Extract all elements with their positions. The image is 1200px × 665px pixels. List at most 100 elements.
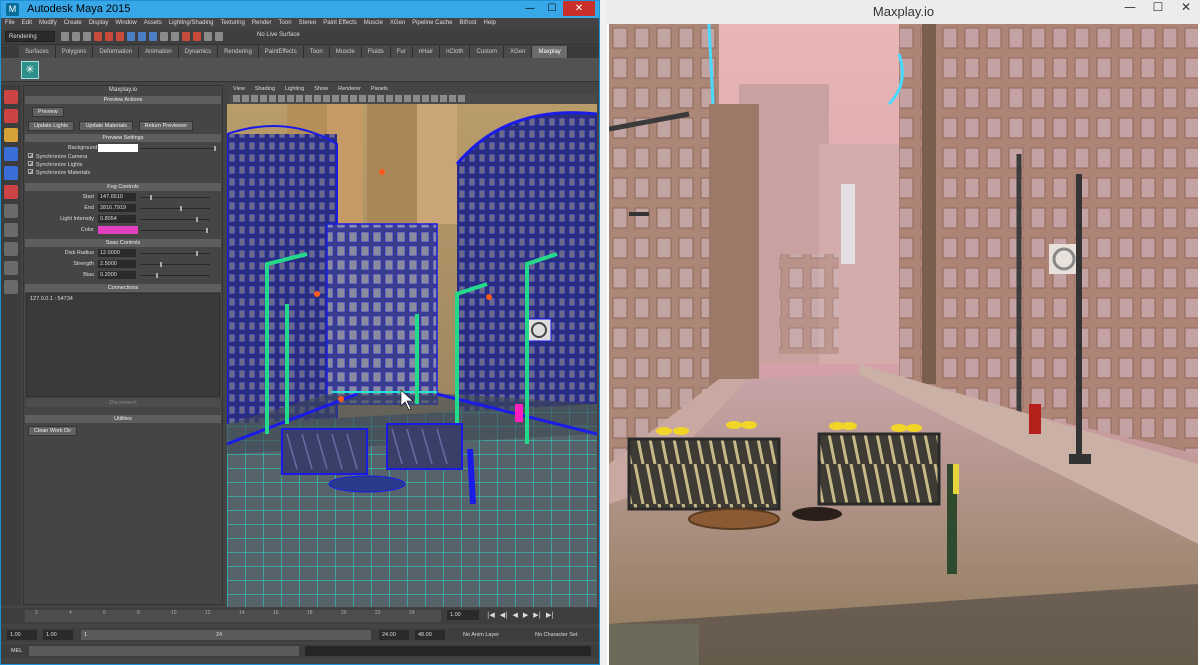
maxplay-shelf-icon[interactable]: ✳ [21, 61, 39, 79]
menu-help[interactable]: Help [484, 18, 496, 29]
fog-end-slider[interactable] [140, 206, 210, 211]
render-icon[interactable] [182, 32, 190, 41]
shelf-tab-maxplay[interactable]: Maxplay [532, 46, 568, 58]
viewport-menu-view[interactable]: View [233, 85, 245, 94]
update-materials-button[interactable]: Update Materials [79, 121, 134, 131]
image-plane-icon[interactable] [260, 95, 267, 102]
maximize-button[interactable]: ☐ [541, 1, 563, 16]
menu-pipeline-cache[interactable]: Pipeline Cache [412, 18, 452, 29]
open-scene-icon[interactable] [72, 32, 80, 41]
fog-end-field[interactable]: 2816.7919 [98, 204, 136, 212]
antialias-icon[interactable] [404, 95, 411, 102]
grid-toggle-icon[interactable] [269, 95, 276, 102]
select-object-icon[interactable] [105, 32, 113, 41]
menu-file[interactable]: File [5, 18, 15, 29]
field-chart-icon[interactable] [305, 95, 312, 102]
anim-end-field[interactable]: 48.00 [415, 630, 445, 640]
viewport-3d[interactable] [227, 104, 597, 607]
background-color-slider[interactable] [140, 146, 216, 151]
mel-label[interactable]: MEL [11, 648, 22, 654]
sync-camera-checkbox[interactable]: ✓ Synchronize Camera [24, 153, 222, 162]
safe-title-icon[interactable] [323, 95, 330, 102]
history-icon[interactable] [171, 32, 179, 41]
fog-controls-header[interactable]: Fog Controls [25, 183, 221, 191]
live-surface-label[interactable]: No Live Surface [257, 32, 300, 38]
clean-work-dir-button[interactable]: Clean Work Dir [28, 426, 78, 436]
lasso-tool-icon[interactable] [4, 109, 18, 123]
snap-point-icon[interactable] [149, 32, 157, 41]
character-set-select[interactable]: No Character Set [535, 632, 578, 638]
anim-start-field[interactable]: 1.00 [7, 630, 37, 640]
bookmark-icon[interactable] [251, 95, 258, 102]
maxplay-maximize-button[interactable]: ☐ [1144, 0, 1172, 20]
viewport-menu-panels[interactable]: Panels [371, 85, 388, 94]
menu-stereo[interactable]: Stereo [299, 18, 317, 29]
maxplay-close-button[interactable]: ✕ [1172, 0, 1200, 20]
background-color-swatch[interactable] [98, 144, 138, 152]
render-settings-icon[interactable] [204, 32, 212, 41]
gamma-icon[interactable] [458, 95, 465, 102]
shelf-tab-rendering[interactable]: Rendering [218, 46, 259, 58]
save-scene-icon[interactable] [83, 32, 91, 41]
shadows-icon[interactable] [377, 95, 384, 102]
anim-layer-select[interactable]: No Anim Layer [463, 632, 499, 638]
viewport-menu-shading[interactable]: Shading [255, 85, 275, 94]
fog-start-field[interactable]: 147.6510 [98, 193, 136, 201]
film-gate-icon[interactable] [278, 95, 285, 102]
shelf-tab-ncloth[interactable]: nCloth [440, 46, 471, 58]
preview-actions-header[interactable]: Preview Actions [25, 96, 221, 104]
ambient-occlusion-icon[interactable] [386, 95, 393, 102]
xray-icon[interactable] [431, 95, 438, 102]
menu-edit[interactable]: Edit [22, 18, 32, 29]
connections-header[interactable]: Connections [25, 284, 221, 292]
new-scene-icon[interactable] [61, 32, 69, 41]
camera-select-icon[interactable] [233, 95, 240, 102]
select-hierarchy-icon[interactable] [94, 32, 102, 41]
time-ruler[interactable]: 2 4 6 8 10 12 14 16 18 20 22 24 [25, 610, 441, 622]
menu-window[interactable]: Window [115, 18, 136, 29]
menu-bifrost[interactable]: Bifrost [460, 18, 477, 29]
fog-color-swatch[interactable] [98, 226, 138, 234]
shelf-tab-painteffects[interactable]: PaintEffects [258, 46, 304, 58]
shelf-tab-polygons[interactable]: Polygons [55, 46, 94, 58]
disk-radius-slider[interactable] [140, 251, 210, 256]
menu-lighting-shading[interactable]: Lighting/Shading [169, 18, 214, 29]
shelf-tab-muscle[interactable]: Muscle [329, 46, 362, 58]
menu-texturing[interactable]: Texturing [220, 18, 244, 29]
layout-single-icon[interactable] [4, 204, 18, 218]
sync-materials-checkbox[interactable]: ✓ Synchronize Materials [24, 169, 222, 178]
fog-color-slider[interactable] [140, 228, 210, 233]
layout-side-icon[interactable] [4, 242, 18, 256]
bias-field[interactable]: 0.2000 [98, 271, 136, 279]
layout-four-icon[interactable] [4, 223, 18, 237]
preview-button[interactable]: Preview [32, 107, 64, 117]
ssao-controls-header[interactable]: Ssao Controls [25, 239, 221, 247]
bias-slider[interactable] [140, 273, 210, 278]
move-tool-icon[interactable] [4, 147, 18, 161]
utilities-header[interactable]: Utilities [25, 415, 221, 423]
viewport-menu-show[interactable]: Show [314, 85, 328, 94]
update-lights-button[interactable]: Update Lights [28, 121, 74, 131]
go-to-end-button[interactable]: ▶| [546, 611, 554, 619]
strength-field[interactable]: 2.5000 [98, 260, 136, 268]
snap-curve-icon[interactable] [138, 32, 146, 41]
shelf-tab-animation[interactable]: Animation [139, 46, 179, 58]
resolution-gate-icon[interactable] [287, 95, 294, 102]
preview-settings-header[interactable]: Preview Settings [25, 134, 221, 142]
strength-slider[interactable] [140, 262, 210, 267]
mode-select[interactable]: Rendering [5, 31, 55, 42]
menu-modify[interactable]: Modify [39, 18, 57, 29]
step-back-key-button[interactable]: ◀| [500, 611, 508, 619]
layout-outliner-icon[interactable] [4, 280, 18, 294]
shelf-tab-deformation[interactable]: Deformation [93, 46, 140, 58]
return-previewer-button[interactable]: Return Previewer [138, 121, 194, 131]
paint-select-icon[interactable] [4, 128, 18, 142]
menu-paint-effects[interactable]: Paint Effects [323, 18, 357, 29]
menu-muscle[interactable]: Muscle [364, 18, 383, 29]
light-intensity-field[interactable]: 0.8054 [98, 215, 136, 223]
scale-tool-icon[interactable] [4, 185, 18, 199]
backface-icon[interactable] [449, 95, 456, 102]
menu-display[interactable]: Display [89, 18, 109, 29]
safe-action-icon[interactable] [314, 95, 321, 102]
layout-persp-icon[interactable] [4, 261, 18, 275]
